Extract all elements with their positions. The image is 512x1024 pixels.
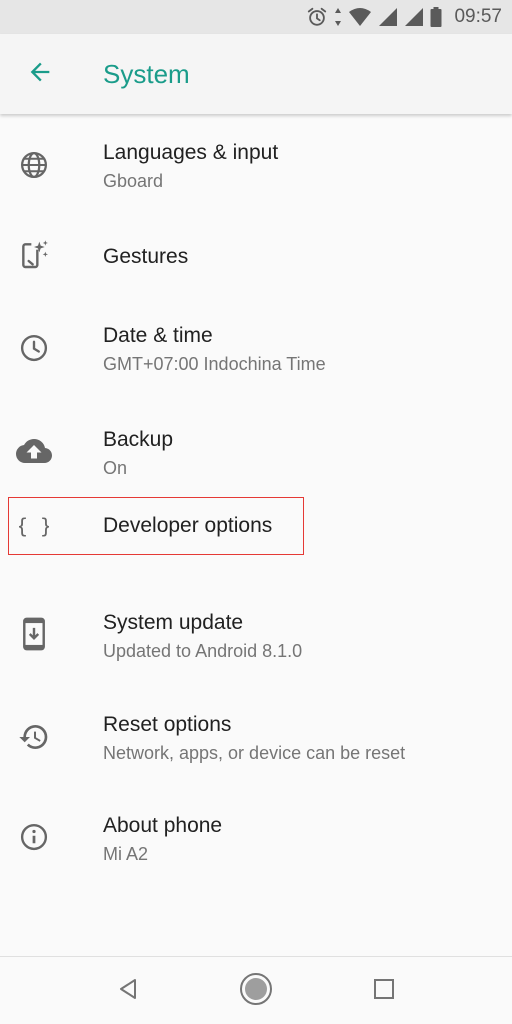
navigation-bar: [0, 956, 512, 1024]
setting-developer-options[interactable]: { } Developer options: [0, 497, 512, 583]
setting-subtitle: Network, apps, or device can be reset: [103, 743, 406, 763]
app-bar: System: [0, 34, 512, 114]
setting-text: Gestures: [103, 243, 188, 271]
setting-subtitle: Gboard: [103, 171, 164, 191]
setting-backup[interactable]: Backup On: [0, 401, 512, 503]
battery-icon: [430, 7, 442, 27]
nav-home-button[interactable]: [234, 969, 278, 1013]
setting-text: System update Updated to Android 8.1.0: [103, 609, 302, 665]
setting-text: Date & time GMT+07:00 Indochina Time: [103, 322, 326, 378]
svg-text:{ }: { }: [19, 514, 49, 538]
setting-reset-options[interactable]: Reset options Network, apps, or device c…: [0, 687, 512, 789]
setting-title: Developer options: [103, 514, 273, 537]
setting-about-phone[interactable]: About phone Mi A2: [0, 789, 512, 893]
setting-title: Date & time: [103, 324, 213, 347]
data-arrows-icon: [334, 7, 342, 27]
back-button[interactable]: [22, 56, 58, 92]
signal-icon: [404, 7, 424, 27]
android-settings-screen: 09:57 System Languages & input Gboard Ge…: [0, 0, 512, 1024]
recents-square-icon: [373, 978, 395, 1005]
nav-back-button[interactable]: [106, 969, 150, 1013]
globe-icon: [16, 147, 52, 183]
setting-date-time[interactable]: Date & time GMT+07:00 Indochina Time: [0, 297, 512, 401]
setting-title: Reset options: [103, 713, 232, 736]
setting-languages-input[interactable]: Languages & input Gboard: [0, 115, 512, 217]
setting-title: Gestures: [103, 245, 189, 268]
info-icon: [16, 819, 52, 855]
signal-icon: [378, 7, 398, 27]
setting-title: System update: [103, 611, 244, 634]
status-icons: 09:57: [306, 0, 502, 34]
home-circle-icon: [239, 972, 273, 1011]
setting-title: About phone: [103, 814, 223, 837]
status-time: 09:57: [454, 6, 502, 27]
status-bar: 09:57: [0, 0, 512, 34]
wifi-icon: [348, 7, 372, 27]
cloud-upload-icon: [16, 433, 52, 469]
setting-text: Reset options Network, apps, or device c…: [103, 711, 405, 767]
system-update-icon: [16, 616, 52, 652]
setting-text: About phone Mi A2: [103, 812, 222, 868]
braces-icon: { }: [16, 508, 52, 544]
back-triangle-icon: [116, 977, 140, 1006]
setting-subtitle: GMT+07:00 Indochina Time: [103, 354, 326, 374]
nav-recents-button[interactable]: [362, 969, 406, 1013]
setting-subtitle: Updated to Android 8.1.0: [103, 641, 303, 661]
settings-list: Languages & input Gboard Gestures Date &…: [0, 115, 512, 893]
setting-subtitle: On: [103, 458, 128, 478]
alarm-icon: [306, 6, 328, 28]
page-title: System: [103, 59, 190, 89]
arrow-back-icon: [26, 58, 54, 91]
setting-system-update[interactable]: System update Updated to Android 8.1.0: [0, 583, 512, 687]
setting-gestures[interactable]: Gestures: [0, 217, 512, 297]
setting-title: Backup: [103, 428, 174, 451]
gestures-icon: [16, 237, 52, 273]
setting-subtitle: Mi A2: [103, 844, 149, 864]
restore-icon: [16, 719, 52, 755]
clock-icon: [16, 330, 52, 366]
setting-text: Developer options: [103, 512, 272, 540]
setting-text: Backup On: [103, 426, 173, 482]
setting-text: Languages & input Gboard: [103, 139, 278, 195]
setting-title: Languages & input: [103, 141, 279, 164]
